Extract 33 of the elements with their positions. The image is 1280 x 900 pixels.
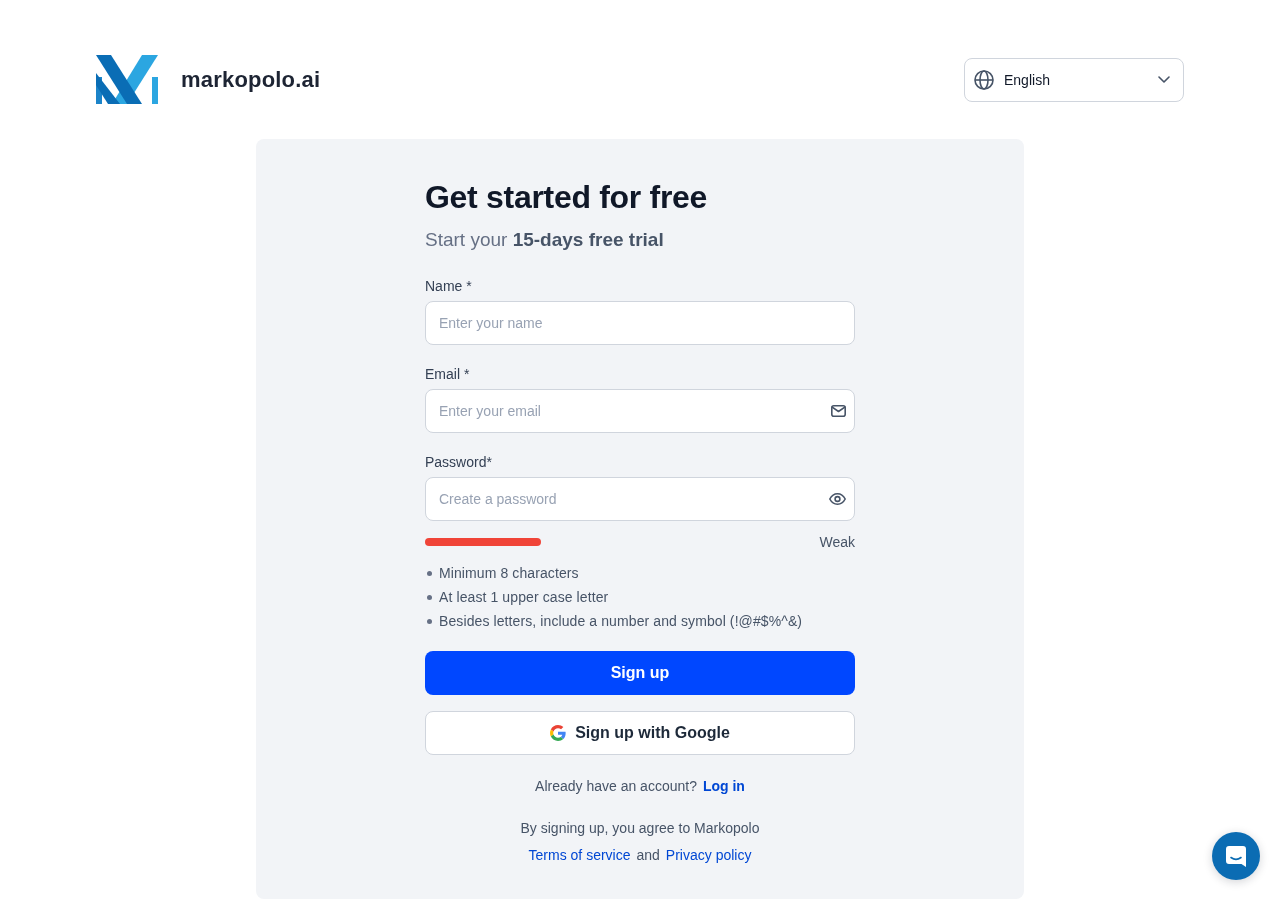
chevron-down-icon [1158, 76, 1170, 83]
sign-up-button[interactable]: Sign up [425, 651, 855, 695]
field-label: Email * [425, 365, 471, 384]
mail-icon [831, 405, 846, 417]
language-select[interactable]: English [964, 57, 1184, 102]
chat-bubble-icon [1226, 845, 1246, 867]
field-label: Password* [425, 453, 493, 472]
page-subtitle: Start your 15-days free trial [425, 228, 665, 252]
field-label: Name * [425, 277, 473, 296]
name-input[interactable]: Enter your name [425, 301, 855, 345]
password-input[interactable]: Create a password [425, 477, 855, 521]
bullet-icon [427, 618, 432, 624]
google-sign-up-button[interactable]: Sign up with Google [425, 711, 855, 755]
login-link[interactable]: Log in [702, 776, 745, 796]
password-rule: Minimum 8 characters [439, 565, 579, 581]
bullet-icon [427, 594, 432, 600]
conjunction-text: and [636, 846, 660, 865]
terms-link[interactable]: Terms of service [528, 845, 631, 865]
legal-text: By signing up, you agree to Markopolo [520, 819, 760, 838]
password-rule: Besides letters, include a number and symbol (!@#$%^&) [439, 613, 803, 629]
logo-mark [96, 55, 158, 104]
page-title: Get started for free [425, 178, 709, 216]
strength-label: Weak [819, 533, 855, 552]
google-logo-icon [550, 725, 567, 741]
eye-icon[interactable] [829, 493, 846, 505]
chat-launcher-button[interactable] [1212, 832, 1260, 880]
password-rule: At least 1 upper case letter [439, 589, 609, 605]
brand-name: markopolo.ai [181, 66, 321, 93]
login-prompt-text: Already have an account? [535, 777, 697, 796]
bullet-icon [427, 570, 432, 576]
email-input[interactable]: Enter your email [425, 389, 855, 433]
globe-icon [974, 69, 994, 90]
privacy-link[interactable]: Privacy policy [665, 845, 752, 865]
